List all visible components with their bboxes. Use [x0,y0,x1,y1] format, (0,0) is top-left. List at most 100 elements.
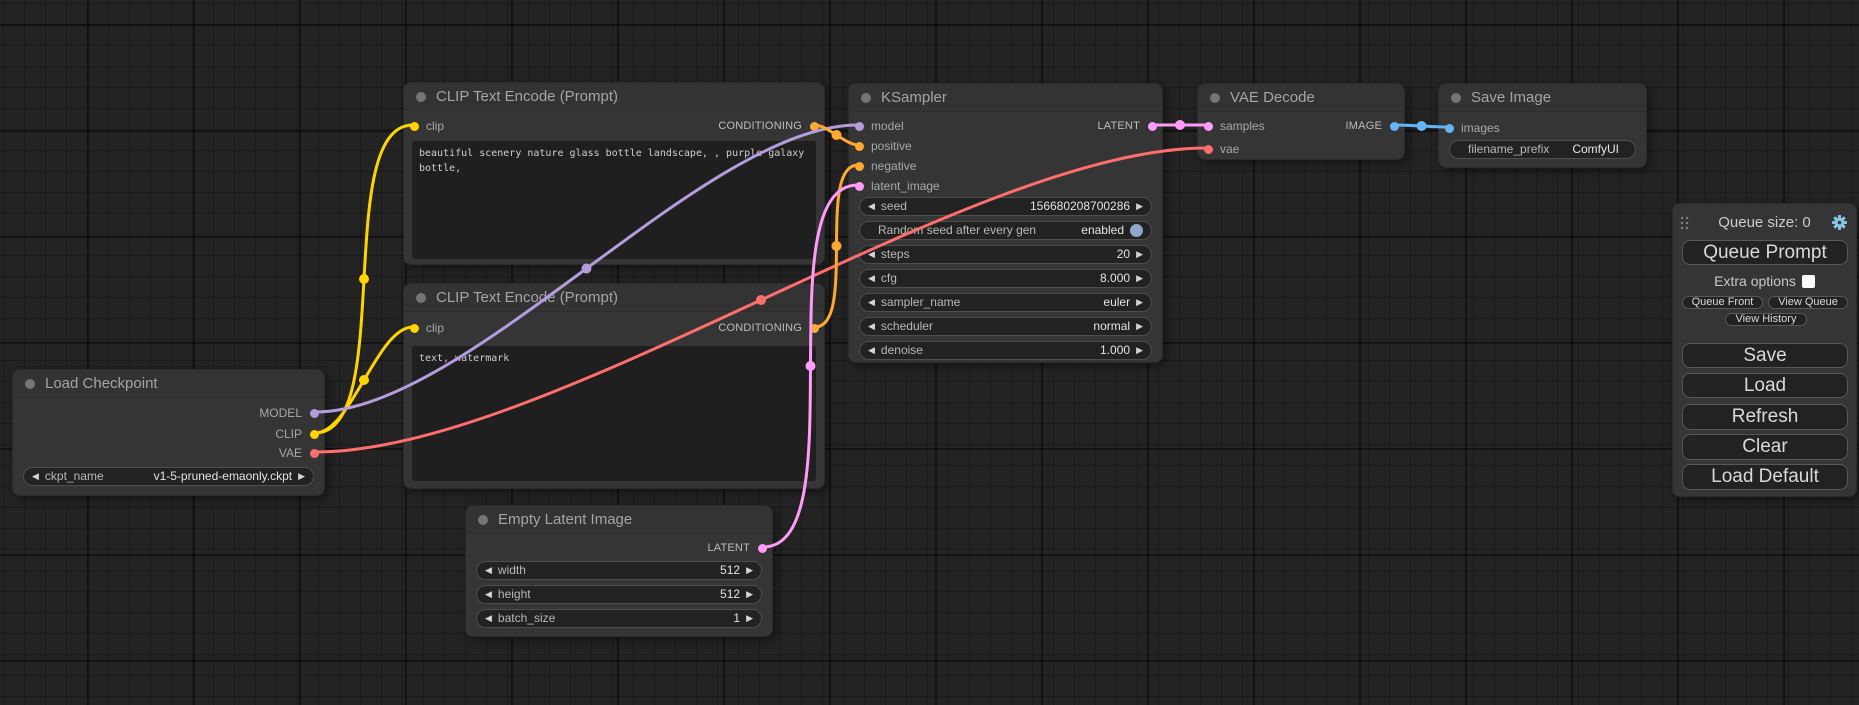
latent-output-dot[interactable] [1148,122,1157,131]
prev-arrow-icon[interactable]: ◀ [485,585,492,604]
prev-arrow-icon[interactable]: ◀ [868,317,875,336]
input-slot-latent-image[interactable]: latent_image [849,176,940,196]
input-slot-clip[interactable]: clip [404,318,444,338]
prev-arrow-icon[interactable]: ◀ [868,197,875,216]
positive-prompt-textarea[interactable]: beautiful scenery nature glass bottle la… [412,141,816,259]
output-slot-latent[interactable]: LATENT [707,538,772,558]
input-slot-images[interactable]: images [1439,118,1500,138]
prev-arrow-icon[interactable]: ◀ [485,609,492,628]
next-arrow-icon[interactable]: ▶ [1136,269,1143,288]
node-title-bar[interactable]: CLIP Text Encode (Prompt) [404,83,824,111]
input-slot-vae[interactable]: vae [1198,139,1239,159]
next-arrow-icon[interactable]: ▶ [746,585,753,604]
negative-input-dot[interactable] [855,162,864,171]
node-collapse-dot[interactable] [1451,93,1461,103]
input-slot-negative[interactable]: negative [849,156,916,176]
node-title-bar[interactable]: CLIP Text Encode (Prompt) [404,284,824,312]
next-arrow-icon[interactable]: ▶ [1136,317,1143,336]
node-clip-text-encode-positive[interactable]: CLIP Text Encode (Prompt) clip CONDITION… [403,82,825,265]
prev-arrow-icon[interactable]: ◀ [485,561,492,580]
denoise-widget[interactable]: ◀ denoise 1.000 ▶ [859,341,1152,360]
vae-output-dot[interactable] [310,449,319,458]
negative-prompt-textarea[interactable]: text, watermark [412,346,816,481]
images-input-dot[interactable] [1445,124,1454,133]
save-button[interactable]: Save [1682,343,1848,368]
settings-gear-icon[interactable] [1831,214,1848,231]
prev-arrow-icon[interactable]: ◀ [868,269,875,288]
node-title-bar[interactable]: VAE Decode [1198,84,1404,112]
cfg-widget[interactable]: ◀ cfg 8.000 ▶ [859,269,1152,288]
conditioning-output-dot[interactable] [810,122,819,131]
load-default-button[interactable]: Load Default [1682,464,1848,490]
positive-input-dot[interactable] [855,142,864,151]
next-arrow-icon[interactable]: ▶ [746,609,753,628]
view-queue-button[interactable]: View Queue [1768,296,1848,309]
node-vae-decode[interactable]: VAE Decode samples vae IMAGE [1197,83,1405,160]
node-collapse-dot[interactable] [478,515,488,525]
node-title-bar[interactable]: Empty Latent Image [466,506,772,534]
model-input-dot[interactable] [855,122,864,131]
node-load-checkpoint[interactable]: Load Checkpoint MODEL CLIP VAE ◀ ckpt_na… [12,369,325,496]
clip-output-dot[interactable] [310,430,319,439]
queue-prompt-button[interactable]: Queue Prompt [1682,240,1848,265]
clip-input-dot[interactable] [410,324,419,333]
output-slot-clip[interactable]: CLIP [275,424,324,444]
input-slot-model[interactable]: model [849,116,904,136]
clear-button[interactable]: Clear [1682,434,1848,460]
node-collapse-dot[interactable] [861,93,871,103]
next-arrow-icon[interactable]: ▶ [1136,197,1143,216]
output-slot-model[interactable]: MODEL [259,403,324,423]
queue-menu-panel[interactable]: Queue size: 0 Queue Prompt Extra options [1672,203,1857,497]
refresh-button[interactable]: Refresh [1682,404,1848,430]
latent-image-input-dot[interactable] [855,182,864,191]
toggle-knob[interactable] [1130,224,1143,237]
node-ksampler[interactable]: KSampler model positive negative latent_… [848,83,1163,363]
load-button[interactable]: Load [1682,373,1848,398]
batch-size-widget[interactable]: ◀ batch_size 1 ▶ [476,609,762,628]
next-arrow-icon[interactable]: ▶ [298,467,305,486]
ckpt-name-widget[interactable]: ◀ ckpt_name v1-5-pruned-emaonly.ckpt ▶ [23,467,314,486]
vae-input-dot[interactable] [1204,145,1213,154]
input-slot-positive[interactable]: positive [849,136,912,156]
random-seed-toggle-widget[interactable]: Random seed after every gen enabled [859,221,1152,240]
prev-arrow-icon[interactable]: ◀ [868,293,875,312]
node-collapse-dot[interactable] [25,379,35,389]
seed-widget[interactable]: ◀ seed 156680208700286 ▶ [859,197,1152,216]
prev-arrow-icon[interactable]: ◀ [868,341,875,360]
height-widget[interactable]: ◀ height 512 ▶ [476,585,762,604]
prev-arrow-icon[interactable]: ◀ [868,245,875,264]
output-slot-latent[interactable]: LATENT [1097,116,1162,136]
output-slot-conditioning[interactable]: CONDITIONING [718,318,824,338]
image-output-dot[interactable] [1390,122,1399,131]
node-graph-canvas[interactable]: Load Checkpoint MODEL CLIP VAE ◀ ckpt_na… [0,0,1859,705]
extra-options-checkbox[interactable] [1802,275,1815,288]
node-clip-text-encode-negative[interactable]: CLIP Text Encode (Prompt) clip CONDITION… [403,283,825,489]
view-history-button[interactable]: View History [1725,313,1807,326]
output-slot-conditioning[interactable]: CONDITIONING [718,116,824,136]
next-arrow-icon[interactable]: ▶ [1136,293,1143,312]
node-collapse-dot[interactable] [416,92,426,102]
drag-handle-icon[interactable] [1680,216,1689,235]
input-slot-clip[interactable]: clip [404,116,444,136]
node-empty-latent-image[interactable]: Empty Latent Image LATENT ◀ width 512 ▶ … [465,505,773,637]
clip-input-dot[interactable] [410,122,419,131]
node-collapse-dot[interactable] [416,293,426,303]
node-title-bar[interactable]: Load Checkpoint [13,370,324,398]
input-slot-samples[interactable]: samples [1198,116,1265,136]
sampler-name-widget[interactable]: ◀ sampler_name euler ▶ [859,293,1152,312]
next-arrow-icon[interactable]: ▶ [746,561,753,580]
scheduler-widget[interactable]: ◀ scheduler normal ▶ [859,317,1152,336]
node-title-bar[interactable]: KSampler [849,84,1162,112]
width-widget[interactable]: ◀ width 512 ▶ [476,561,762,580]
node-save-image[interactable]: Save Image images filename_prefix ComfyU… [1438,83,1647,168]
latent-output-dot[interactable] [758,544,767,553]
output-slot-vae[interactable]: VAE [279,443,324,463]
filename-prefix-widget[interactable]: filename_prefix ComfyUI [1449,140,1636,159]
next-arrow-icon[interactable]: ▶ [1136,341,1143,360]
queue-front-button[interactable]: Queue Front [1682,296,1763,309]
conditioning-output-dot[interactable] [810,324,819,333]
node-title-bar[interactable]: Save Image [1439,84,1646,112]
node-collapse-dot[interactable] [1210,93,1220,103]
samples-input-dot[interactable] [1204,122,1213,131]
steps-widget[interactable]: ◀ steps 20 ▶ [859,245,1152,264]
